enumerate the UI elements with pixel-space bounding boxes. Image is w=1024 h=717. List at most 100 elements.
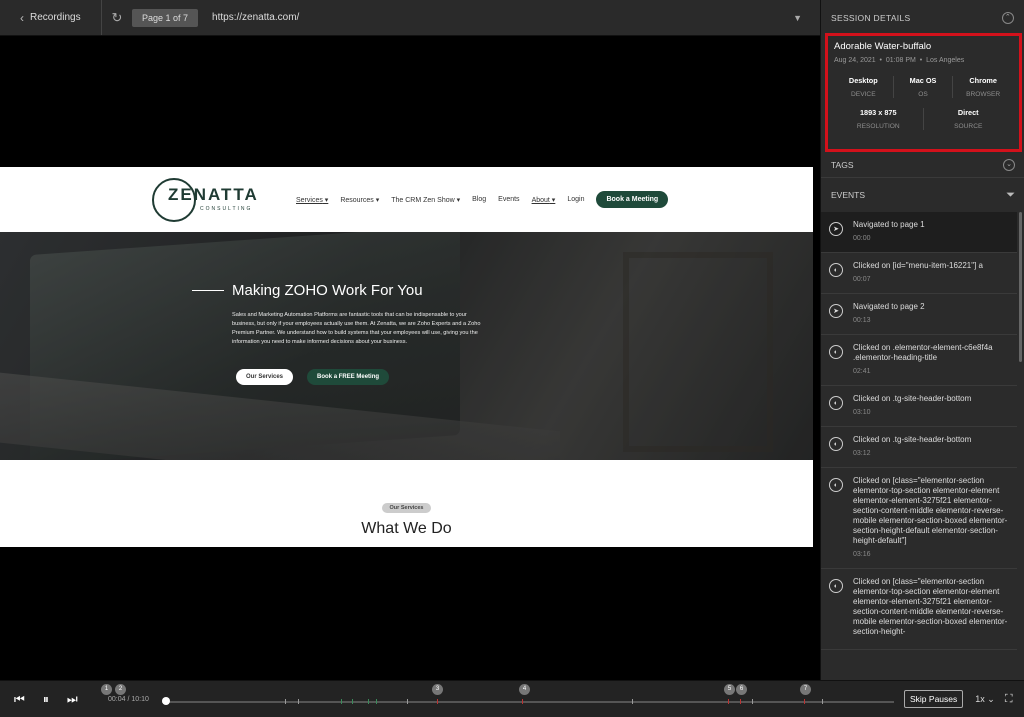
os-cell: Mac OS OS (894, 76, 954, 98)
url-dropdown[interactable]: https://zenatta.com/ ▼ (204, 6, 810, 30)
collapse-up-icon[interactable]: ⌃ (1002, 12, 1014, 24)
refresh-icon[interactable]: ↻ (102, 10, 132, 26)
timeline-tick (728, 698, 729, 704)
event-time: 00:00 (853, 235, 871, 242)
hero-book-meeting-button: Book a FREE Meeting (307, 369, 390, 385)
event-text: Navigated to page 1 (853, 220, 925, 229)
mouse-click-icon: ◐ (829, 437, 843, 451)
logo-sub: CONSULTING (200, 205, 253, 212)
section-title: What We Do (361, 520, 452, 537)
page-indicator[interactable]: Page 1 of 7 (132, 8, 199, 27)
tags-header[interactable]: TAGS ⌄ (821, 152, 1024, 178)
hero-section: Making ZOHO Work For You Sales and Marke… (0, 232, 813, 460)
events-scrollbar[interactable] (1019, 212, 1022, 362)
logo-word: ZENATTA (168, 184, 259, 204)
event-text: Clicked on [class="elementor-section ele… (853, 476, 1008, 545)
nav-services: Services ▾ (296, 196, 329, 204)
site-nav: Services ▾ Resources ▾ The CRM Zen Show … (296, 191, 669, 208)
events-list: ➤ Navigated to page 1 00:00 ◐ Clicked on [id… (821, 212, 1017, 680)
zenatta-logo: ZENATTA CONSULTING (152, 177, 272, 222)
event-item[interactable]: ◐ Clicked on .tg-site-header-bottom 03:10 (821, 386, 1017, 427)
mouse-click-icon: ◐ (829, 263, 843, 277)
event-time: 00:13 (853, 317, 871, 324)
skip-back-icon[interactable]: ⏮ (14, 692, 25, 707)
timeline-tick (341, 698, 342, 704)
events-header: EVENTS ⏷ (821, 182, 1024, 208)
filter-icon[interactable]: ⏷ (1006, 189, 1015, 202)
timeline-tick (407, 698, 408, 704)
timeline-tick (822, 698, 823, 704)
pause-icon[interactable]: ⏸ (43, 692, 49, 707)
fullscreen-icon[interactable]: ⛶ (1005, 693, 1013, 706)
event-item[interactable]: ◐ Clicked on .tg-site-header-bottom 03:12 (821, 427, 1017, 468)
event-text: Clicked on .tg-site-header-bottom (853, 435, 972, 444)
mouse-click-icon: ◐ (829, 396, 843, 410)
event-time: 03:10 (853, 409, 871, 416)
skip-pauses-button[interactable]: Skip Pauses (904, 690, 964, 708)
nav-blog: Blog (472, 196, 487, 203)
source-cell: Direct SOURCE (954, 108, 983, 130)
timeline-marker[interactable]: 3 (432, 683, 443, 695)
session-details-card: Adorable Water-buffalo Aug 24, 2021 • 01… (825, 33, 1022, 152)
timeline-marker[interactable]: 1 (101, 683, 112, 695)
timeline-marker[interactable]: 2 (115, 683, 126, 695)
chevron-down-icon: ▼ (793, 12, 802, 23)
mouse-click-icon: ◐ (829, 579, 843, 593)
hero-text: Sales and Marketing Automation Platforms… (232, 312, 481, 345)
tags-title: TAGS (831, 159, 854, 170)
timeline-tick (352, 698, 353, 704)
events-title: EVENTS (831, 190, 866, 200)
event-text: Clicked on .tg-site-header-bottom (853, 394, 972, 403)
event-time: 03:16 (853, 551, 871, 558)
hero-title: Making ZOHO Work For You (192, 282, 462, 299)
event-item[interactable]: ◐ Clicked on [id="menu-item-16221"] a 00:0… (821, 253, 1017, 294)
nav-events: Events (498, 196, 520, 203)
nav-crm-zen-show: The CRM Zen Show ▾ (391, 196, 461, 204)
nav-resources: Resources ▾ (340, 196, 380, 204)
back-label: Recordings (30, 12, 81, 23)
event-time: 03:12 (853, 450, 871, 457)
session-meta: Aug 24, 2021 • 01:08 PM • Los Angeles (834, 57, 965, 64)
timeline-marker[interactable]: 7 (800, 683, 811, 695)
back-to-recordings-button[interactable]: ‹ Recordings (0, 0, 102, 35)
resolution-cell: 1893 x 875 RESOLUTION (834, 108, 924, 130)
mouse-click-icon: ◐ (829, 478, 843, 492)
nav-login: Login (567, 196, 585, 203)
device-cell: Desktop DEVICE (834, 76, 894, 98)
nav-about: About ▾ (531, 196, 556, 204)
playback-bar: ⏮ ⏸ ⏭ 00:04 / 10:10 1234567 Skip Pauses … (0, 680, 1024, 717)
event-item[interactable]: ➤ Navigated to page 2 00:13 (821, 294, 1017, 335)
timeline-marker[interactable]: 4 (519, 683, 530, 695)
event-text: Navigated to page 2 (853, 302, 925, 311)
timeline-tick (437, 698, 438, 704)
event-item[interactable]: ◐ Clicked on .elementor-element-c6e8f4a .… (821, 335, 1017, 386)
timeline-tick (740, 698, 741, 704)
recorded-site: ZENATTA CONSULTING Services ▾ Resources … (0, 167, 813, 547)
event-item[interactable]: ➤ Navigated to page 1 00:00 (821, 212, 1017, 253)
session-name: Adorable Water-buffalo (834, 41, 932, 52)
hero-our-services-button: Our Services (236, 369, 294, 385)
speed-selector[interactable]: 1x ⌄ (975, 694, 995, 705)
url-text: https://zenatta.com/ (212, 12, 300, 23)
timeline-tick (632, 698, 633, 704)
hero-content: Making ZOHO Work For You Sales and Marke… (192, 282, 480, 385)
event-text: Clicked on .elementor-element-c6e8f4a .e… (853, 343, 993, 362)
mouse-click-icon: ◐ (829, 345, 843, 359)
timeline-track[interactable]: 1234567 (101, 681, 894, 717)
event-item[interactable]: ◐ Clicked on [class="elementor-section el… (821, 468, 1017, 569)
event-time: 00:07 (853, 276, 871, 283)
session-panel: SESSION DETAILS ⌃ Adorable Water-buffalo… (820, 0, 1024, 680)
timeline-tick (804, 698, 805, 704)
timeline-tick (376, 698, 377, 704)
timeline-marker[interactable]: 5 (724, 683, 735, 695)
session-details-header[interactable]: SESSION DETAILS ⌃ (821, 0, 1024, 36)
timeline-marker[interactable]: 6 (736, 683, 747, 695)
expand-down-icon[interactable]: ⌄ (1003, 158, 1015, 171)
timeline-knob[interactable] (162, 696, 170, 705)
browser-cell: Chrome BROWSER (966, 76, 1001, 98)
event-item[interactable]: ◐ Clicked on [class="elementor-section el… (821, 569, 1017, 650)
what-we-do-section: Our Services What We Do (0, 460, 813, 538)
skip-forward-icon[interactable]: ⏭ (67, 692, 78, 707)
timeline-tick (285, 698, 286, 704)
event-text: Clicked on [id="menu-item-16221"] a (853, 261, 983, 270)
